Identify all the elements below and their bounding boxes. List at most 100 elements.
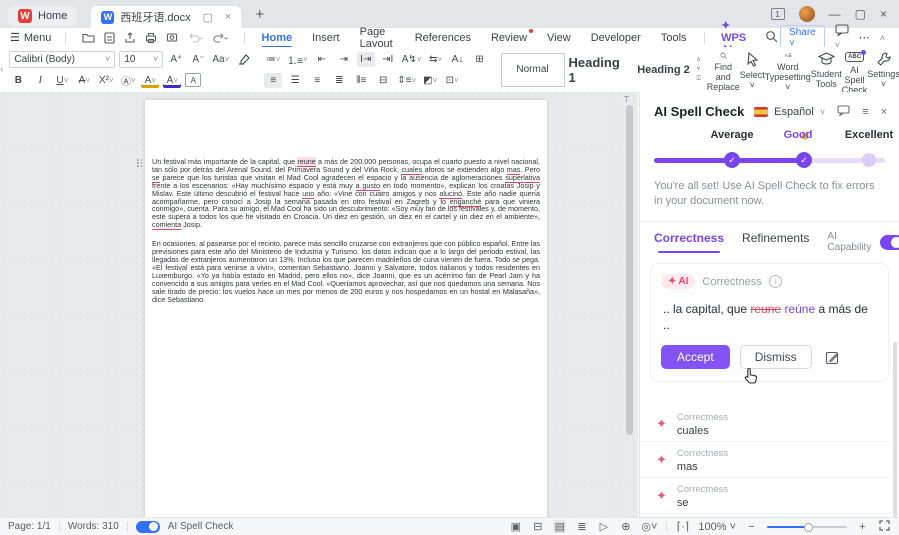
- style-heading2[interactable]: Heading 2: [635, 54, 693, 86]
- suggestion-item[interactable]: ✦ Correctness se: [640, 478, 891, 514]
- borders-button[interactable]: ⊡ ˅: [443, 73, 461, 88]
- menu-item-insert[interactable]: Insert: [303, 32, 349, 44]
- page-flip-icon[interactable]: ⊟: [531, 520, 544, 533]
- spellcheck-toggle[interactable]: [135, 520, 160, 533]
- bold-button[interactable]: B: [9, 73, 27, 88]
- superscript-button[interactable]: X² ˅: [97, 73, 115, 88]
- maximize-button[interactable]: ▢: [855, 7, 866, 21]
- zoom-level[interactable]: 100% ˅: [698, 521, 736, 533]
- change-case-button[interactable]: Aa ˅: [211, 52, 230, 67]
- tab-close-icon[interactable]: ×: [225, 11, 231, 23]
- underline-button[interactable]: U ˅: [53, 73, 71, 88]
- open-file-icon[interactable]: [82, 32, 95, 44]
- export-icon[interactable]: [124, 31, 136, 44]
- feedback-icon[interactable]: [837, 104, 850, 119]
- chevron-down-icon[interactable]: ˅: [820, 107, 825, 117]
- paragraph[interactable]: Un festival más importante de la capital…: [137, 157, 540, 231]
- document-page[interactable]: Un festival más importante de la capital…: [137, 100, 547, 518]
- strikethrough-button[interactable]: A ˅: [75, 73, 93, 88]
- focus-mode-icon[interactable]: ⌈·⌉: [676, 520, 689, 533]
- styles-more-icon[interactable]: ⍗: [697, 75, 701, 83]
- find-replace-button[interactable]: Find and Replace: [707, 47, 740, 92]
- ruler-toggle-icon[interactable]: ⊤: [623, 95, 630, 104]
- redo-icon[interactable]: [212, 32, 228, 43]
- character-scale-button[interactable]: A↯ ˅: [401, 52, 423, 67]
- menu-item-view[interactable]: View: [538, 32, 580, 44]
- window-manage-icon[interactable]: 1: [770, 8, 785, 20]
- menu-item-tools[interactable]: Tools: [652, 32, 696, 44]
- increase-indent-button[interactable]: ⇥: [335, 52, 353, 67]
- shrink-font-button[interactable]: A⁻: [189, 52, 207, 67]
- search-icon[interactable]: [765, 30, 778, 46]
- grow-font-button[interactable]: A⁺: [167, 52, 185, 67]
- paragraph-drag-handle[interactable]: [137, 159, 143, 167]
- slider-stop-good[interactable]: ✓: [796, 152, 812, 168]
- minimize-button[interactable]: —: [829, 7, 841, 21]
- text-direction-button[interactable]: ⇆ ˅: [427, 52, 445, 67]
- clear-formatting-button[interactable]: [234, 52, 252, 67]
- numbered-list-button[interactable]: ⒈≡ ˅: [286, 52, 309, 67]
- text-effects-button[interactable]: Ⓐ ˅: [119, 73, 137, 88]
- line-spacing-button[interactable]: ⇕≡ ˅: [396, 73, 417, 88]
- user-avatar[interactable]: [798, 6, 815, 22]
- level-average-label[interactable]: Average: [710, 129, 753, 141]
- language-select[interactable]: Español: [774, 106, 814, 118]
- menu-item-home[interactable]: Home: [253, 32, 302, 48]
- eye-protection-icon[interactable]: ◎˅: [641, 520, 657, 533]
- styles-up-icon[interactable]: ˄: [697, 57, 701, 64]
- word-count[interactable]: Words: 310: [68, 521, 119, 532]
- font-name-select[interactable]: Calibri (Body) ˅: [9, 50, 116, 68]
- page-indicator[interactable]: Page: 1/1: [8, 521, 51, 532]
- more-options-icon[interactable]: ⋯: [859, 31, 870, 44]
- justify-button[interactable]: ≣: [330, 73, 348, 88]
- new-tab-button[interactable]: +: [255, 6, 264, 23]
- document-workspace[interactable]: Un festival más importante de la capital…: [0, 92, 638, 518]
- main-menu-button[interactable]: ☰ Menu: [10, 31, 51, 45]
- page-setup-icon[interactable]: ▣: [509, 520, 522, 533]
- new-doc-icon[interactable]: [104, 31, 115, 44]
- strictness-slider[interactable]: ✓ ✓: [654, 151, 885, 169]
- show-marks-button[interactable]: ⊞: [471, 52, 489, 67]
- accept-button[interactable]: Accept: [661, 345, 730, 369]
- tab-home[interactable]: W Home: [8, 6, 78, 26]
- zoom-out-button[interactable]: −: [745, 521, 758, 533]
- select-button[interactable]: Select ˅: [740, 47, 765, 92]
- menu-item-references[interactable]: References: [406, 32, 480, 44]
- slider-stop-average[interactable]: ✓: [724, 152, 740, 168]
- info-icon[interactable]: i: [768, 275, 782, 288]
- shading-button[interactable]: ◩ ˅: [421, 73, 439, 88]
- italic-button[interactable]: I: [31, 73, 49, 88]
- style-normal[interactable]: Normal: [500, 52, 565, 87]
- misspelled-word[interactable]: comienta: [152, 220, 182, 231]
- align-right-button[interactable]: ≡: [308, 73, 326, 88]
- print-preview-icon[interactable]: [166, 32, 178, 44]
- zoom-in-button[interactable]: +: [856, 521, 869, 533]
- ai-capability-toggle[interactable]: [880, 234, 899, 250]
- edit-suggestion-icon[interactable]: [822, 346, 844, 368]
- decrease-indent-button[interactable]: ⇤: [313, 52, 331, 67]
- character-border-button[interactable]: A: [185, 73, 202, 87]
- zoom-slider[interactable]: [767, 523, 847, 532]
- panel-close-icon[interactable]: ×: [881, 106, 887, 118]
- bullet-list-button[interactable]: ≔ ˅: [264, 52, 282, 67]
- font-color-button[interactable]: A ˅: [163, 73, 181, 88]
- tab-refinements[interactable]: Refinements: [742, 231, 809, 253]
- menu-item-page-layout[interactable]: Page Layout: [351, 26, 404, 50]
- dismiss-button[interactable]: Dismiss: [739, 345, 812, 369]
- tab-stop-button[interactable]: ⇥I: [379, 52, 397, 67]
- paragraph[interactable]: En ocasiones, al pasearse por el recinto…: [152, 240, 540, 303]
- align-left-button[interactable]: ≡: [264, 72, 283, 88]
- collapse-ribbon-icon[interactable]: ˄: [880, 33, 885, 43]
- undo-icon[interactable]: [187, 32, 203, 43]
- sort-button[interactable]: A↓: [449, 52, 467, 67]
- menu-item-review[interactable]: Review: [482, 28, 536, 44]
- suggestion-item[interactable]: ✦ Correctness cuales: [640, 406, 891, 442]
- slider-stop-excellent[interactable]: [862, 153, 876, 167]
- web-layout-icon[interactable]: ⊕: [619, 520, 632, 533]
- align-center-button[interactable]: ☰: [286, 73, 304, 88]
- student-tools-button[interactable]: Student Tools: [811, 47, 842, 92]
- font-size-select[interactable]: 10 ˅: [119, 50, 164, 68]
- panel-scrollbar[interactable]: [893, 342, 897, 517]
- distribute-button[interactable]: ⦀≡: [352, 73, 370, 88]
- highlight-color-button[interactable]: A ˅: [141, 73, 159, 88]
